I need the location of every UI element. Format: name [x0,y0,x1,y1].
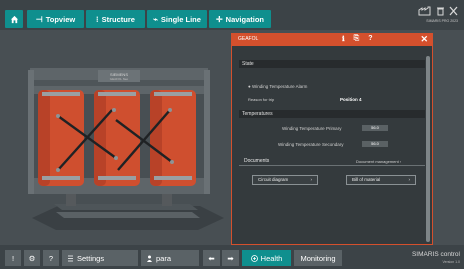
structure-label: Structure [101,14,135,24]
home-button[interactable] [5,10,23,28]
coil-left[interactable] [38,90,84,186]
user-icon [147,255,152,262]
radio-dot-icon: ● [248,84,251,89]
circuit-diagram-label: Circuit diagram [258,177,289,182]
settings-sliders-icon [68,255,73,261]
topview-button[interactable]: ⊣ Topview [27,10,84,28]
chevron-right-icon: › [408,177,411,182]
alert-icon: ! [11,253,15,263]
settings-button[interactable]: Settings [62,250,138,266]
help-button[interactable]: ? [43,250,59,266]
user-label: para [156,253,172,263]
reason-value: Position 4 [340,97,362,102]
coil-middle[interactable] [94,90,140,186]
home-icon [10,15,18,23]
topview-label: Topview [45,14,76,24]
side-rail-left [28,70,34,194]
dialog-title: GEAFOL [238,36,259,42]
forward-button[interactable]: ➡ [222,250,239,266]
document-management-link[interactable]: Document management › [356,159,401,164]
arrow-right-icon: ➡ [227,253,234,263]
navigation-button[interactable]: ✛ Navigation [209,10,271,28]
reason-label: Reason for trip [248,97,275,102]
user-button[interactable]: para [141,250,199,266]
close-app-icon[interactable] [449,6,458,16]
health-icon [250,254,258,262]
dialog-header-icons: ℹ ⎘ ? [342,35,373,43]
transformer-leg-left [66,192,76,206]
single-line-button[interactable]: ⌁ Single Line [147,10,207,28]
dialog-scrollbar[interactable] [426,56,430,242]
single-line-label: Single Line [160,14,201,24]
single-line-icon: ⌁ [153,14,158,24]
temp-secondary-label: Winding Temperature Secondary [278,142,344,147]
transformer-leg-right [162,192,172,206]
nameplate-sub: GEAFOL Neo [110,77,129,81]
base-rail-front [56,212,200,218]
state-radio[interactable]: ● Winding Temperature Alarm [248,84,307,89]
top-right-icons [418,6,458,16]
bill-of-material-label: Bill of material [352,177,381,182]
top-right-version-text: SIMARIS PRO 2023 [426,19,458,23]
dialog-header: GEAFOL ℹ ⎘ ? ✕ [232,34,432,46]
health-button[interactable]: Health [242,250,291,266]
coil-right[interactable] [150,90,196,186]
temp-primary-value: 56.0 [362,125,388,131]
health-label: Health [260,253,283,263]
help-icon: ? [48,253,54,263]
transformer-illustration[interactable]: SIEMENS GEAFOL Neo [28,66,224,230]
state-section-header: State [239,60,425,68]
temperatures-section-header: Temperatures [239,110,425,118]
temp-primary-label: Winding Temperature Primary [282,126,342,131]
back-button[interactable]: ⬅ [203,250,220,266]
transformer-details-dialog: GEAFOL ℹ ⎘ ? ✕ State ● Winding Temperatu… [231,33,433,245]
circuit-diagram-button[interactable]: Circuit diagram › [252,175,318,185]
copy-icon[interactable]: ⎘ [354,35,360,43]
temp-secondary-value: 56.0 [362,141,388,147]
navigation-icon: ✛ [215,14,223,24]
settings-label: Settings [77,253,105,263]
structure-icon: ⁝ [96,14,99,24]
trash-icon[interactable] [436,6,445,16]
chevron-right-icon: › [310,177,313,182]
monitoring-button[interactable]: Monitoring [294,250,342,266]
navigation-label: Navigation [225,14,265,24]
documents-divider [239,165,425,166]
brand-name: SIMARIS control [411,251,460,258]
help-icon[interactable]: ? [368,35,372,43]
alert-button[interactable]: ! [5,250,21,266]
bill-of-material-button[interactable]: Bill of material › [346,175,416,185]
state-radio-label: Winding Temperature Alarm [251,84,308,89]
system-settings-button[interactable]: ⚙ [24,250,40,266]
factory-icon[interactable] [418,6,432,16]
side-rail-right [204,70,210,194]
structure-button[interactable]: ⁝ Structure [86,10,145,28]
topview-icon: ⊣ [35,14,43,24]
monitoring-label: Monitoring [300,253,336,263]
documents-section-label: Documents [244,158,270,164]
brand-version: Version 1.0 [442,260,460,264]
gear-icon: ⚙ [28,253,36,263]
dialog-close-icon[interactable]: ✕ [420,34,428,45]
info-icon[interactable]: ℹ [342,35,345,43]
arrow-left-icon: ⬅ [208,253,215,263]
